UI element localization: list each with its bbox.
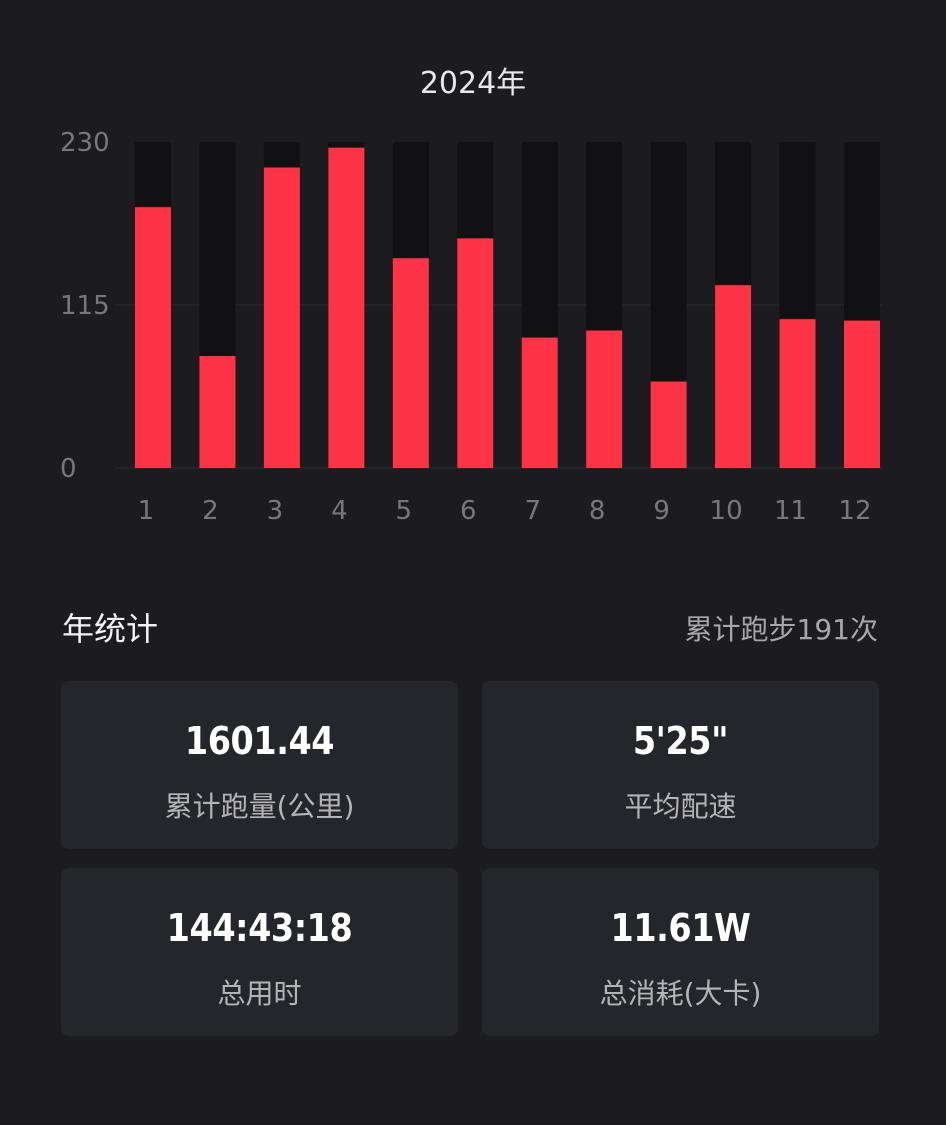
x-tick-label: 6 [460,496,477,526]
y-tick-label: 115 [60,291,110,321]
x-tick-label: 9 [653,496,670,526]
section-title: 年统计 [62,610,159,648]
x-tick-label: 10 [710,496,743,526]
x-tick-label: 11 [774,496,807,526]
bar-month-6 [457,238,494,468]
yearly-stats-page: 2024年 0 115 230 1 2 3 4 5 6 7 8 9 10 11 12 年统计 累计跑步191… [0,0,946,1125]
stat-value: 11.61W [610,906,751,950]
bar-month-7 [521,337,558,468]
x-tick-label: 5 [396,496,413,526]
stat-card-distance: 1601.44 累计跑量(公里) [61,681,458,849]
stat-card-time: 144:43:18 总用时 [61,868,458,1036]
bar-month-5 [392,258,429,468]
stat-value: 144:43:18 [166,906,353,950]
bar-month-8 [586,330,623,468]
stat-value: 1601.44 [184,719,335,763]
stat-card-calories: 11.61W 总消耗(大卡) [482,868,879,1036]
monthly-bar-chart: 01152301 2 3 4 5 6 7 8 9 10 11 12 [60,128,882,526]
y-tick-label: 230 [60,128,110,158]
bar-month-3 [263,167,300,468]
x-tick-label: 3 [267,496,284,526]
stat-label: 平均配速 [624,790,737,823]
stat-value: 5'25" [632,719,729,763]
bar-month-9 [650,381,687,468]
bar-month-11 [779,319,816,468]
bar-month-2 [199,356,236,468]
stat-label: 总用时 [217,977,302,1010]
x-tick-label: 2 [202,496,219,526]
bar-month-4 [328,147,365,469]
bar-month-1 [135,207,171,468]
bar-month-10 [715,285,752,468]
y-tick-label: 0 [60,454,77,484]
run-count: 累计跑步191次 [684,613,878,646]
x-tick-label: 7 [524,496,541,526]
x-tick-label: 12 [838,496,871,526]
x-tick-label: 4 [331,496,348,526]
x-tick-label: 8 [589,496,606,526]
stat-label: 总消耗(大卡) [599,977,762,1010]
bar-month-12 [844,320,880,468]
stat-label: 累计跑量(公里) [164,790,355,823]
stat-card-pace: 5'25" 平均配速 [482,681,879,849]
x-tick-label: 1 [138,496,155,526]
